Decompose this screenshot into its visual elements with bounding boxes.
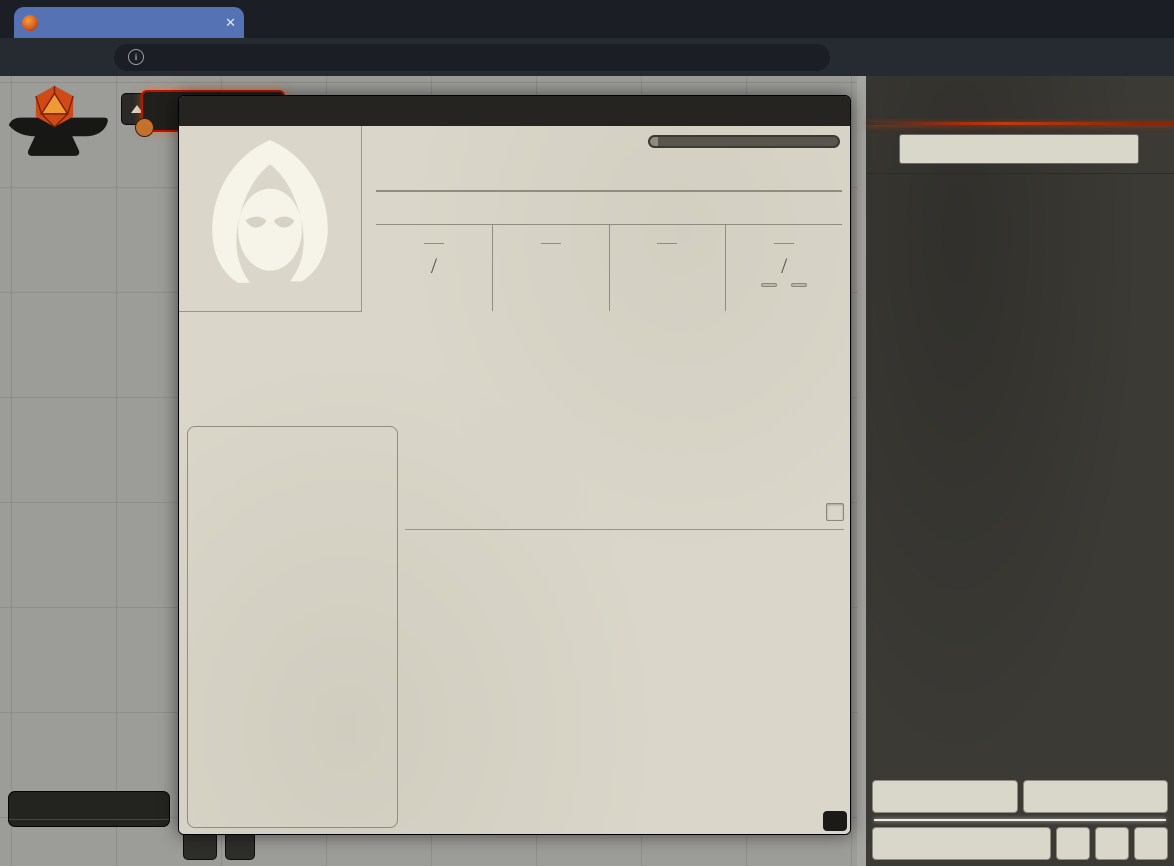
- detail-fields: [376, 192, 842, 225]
- create-actor-button[interactable]: [872, 780, 1018, 813]
- browser-tab[interactable]: ✕: [14, 7, 244, 38]
- death-saves-row: [405, 499, 844, 525]
- hit-dice-title: [774, 242, 794, 244]
- folder-tree-button[interactable]: [1056, 827, 1090, 860]
- abilities-row: [187, 349, 842, 417]
- reload-icon[interactable]: [80, 46, 102, 68]
- sort-icon[interactable]: [1147, 140, 1166, 159]
- forward-icon[interactable]: [46, 46, 68, 68]
- bookmark-star-icon[interactable]: [844, 49, 861, 66]
- search-row: [866, 125, 1174, 173]
- back-icon[interactable]: [12, 46, 34, 68]
- search-input[interactable]: [899, 134, 1139, 164]
- resize-handle[interactable]: [823, 811, 847, 831]
- plus-icon: [260, 15, 275, 30]
- death-fail-icon[interactable]: [501, 505, 515, 519]
- long-rest-button[interactable]: [791, 283, 807, 287]
- folder-icon: [1085, 790, 1099, 804]
- inspiration-checkbox[interactable]: [826, 503, 844, 521]
- speed-block[interactable]: [609, 225, 726, 311]
- canvas-edge: [857, 76, 866, 866]
- chevron-down-icon: [52, 801, 63, 812]
- window-controls: [1042, 0, 1168, 38]
- armor-class-block[interactable]: [492, 225, 609, 311]
- url-bar[interactable]: i: [114, 44, 830, 71]
- delete-button[interactable]: [1095, 827, 1129, 860]
- resources-row: [405, 426, 844, 494]
- tab-close-icon[interactable]: ✕: [225, 15, 236, 31]
- search-icon: [874, 141, 891, 158]
- gear-icon: [951, 837, 965, 851]
- character-sheet-window[interactable]: /: [178, 95, 851, 835]
- sidebar-footer: [866, 774, 1174, 866]
- window-header[interactable]: [179, 96, 850, 126]
- speed-title: [657, 242, 677, 244]
- xp-progress-bar: [648, 135, 840, 148]
- sitemap-icon: [1066, 837, 1080, 851]
- users-icon: [19, 799, 34, 814]
- players-panel[interactable]: [8, 791, 170, 827]
- settings-button[interactable]: [1134, 827, 1168, 860]
- new-tab-button[interactable]: [254, 9, 280, 35]
- gm-badge: [135, 118, 154, 137]
- skills-list: [187, 426, 398, 828]
- sidebar-tabs: [866, 76, 1174, 122]
- browser-tabstrip: ✕: [0, 0, 1174, 38]
- stats-row: /: [376, 225, 842, 311]
- health-title: [424, 242, 444, 244]
- sheet-header: /: [362, 126, 850, 311]
- ac-title: [541, 242, 561, 244]
- hit-dice-block[interactable]: /: [725, 225, 842, 311]
- 5etools-import-button[interactable]: [872, 827, 1051, 860]
- foundry-favicon-icon: [22, 15, 38, 31]
- browser-toolbar: i: [0, 38, 1174, 76]
- trash-icon: [1105, 837, 1119, 851]
- death-success-icon[interactable]: [465, 505, 479, 519]
- foundry-logo: [6, 84, 118, 166]
- sheet-tabs: [179, 316, 850, 346]
- health-block[interactable]: /: [376, 225, 492, 311]
- person-icon: [934, 790, 948, 804]
- attributes-right-column: [405, 426, 844, 534]
- level-block: [648, 134, 840, 148]
- cogs-icon: [1144, 837, 1158, 851]
- character-portrait[interactable]: [179, 126, 362, 312]
- resize-icon: [829, 815, 842, 828]
- short-rest-button[interactable]: [761, 283, 777, 287]
- sidebar: [866, 76, 1174, 866]
- actor-directory: [866, 173, 1174, 174]
- sheet-body: /: [179, 126, 850, 834]
- create-folder-button[interactable]: [1023, 780, 1169, 813]
- hotbar-page-down-icon[interactable]: [234, 835, 247, 848]
- screen: ✕ i: [0, 0, 1174, 866]
- site-info-icon[interactable]: i: [128, 49, 144, 65]
